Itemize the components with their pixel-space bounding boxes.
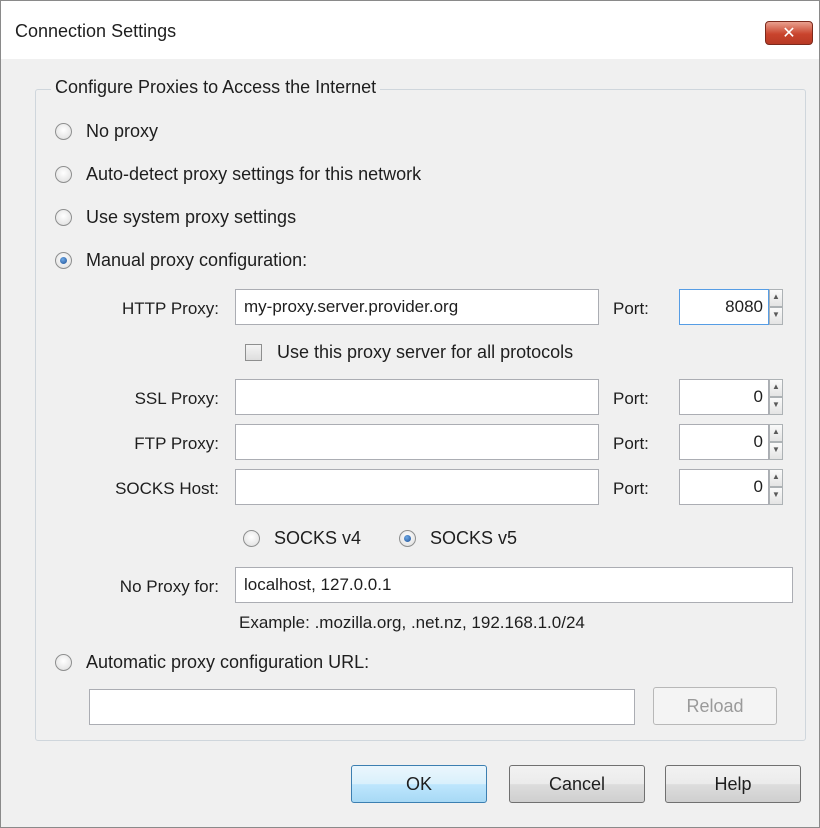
spin-down-icon[interactable]: ▼ bbox=[769, 442, 783, 460]
radio-auto-config-url-circle[interactable] bbox=[55, 654, 72, 671]
no-proxy-for-input[interactable]: localhost, 127.0.0.1 bbox=[235, 567, 793, 603]
http-proxy-label: HTTP Proxy: bbox=[122, 299, 219, 318]
radio-no-proxy-circle[interactable] bbox=[55, 123, 72, 140]
radio-socks-v5[interactable]: SOCKS v5 bbox=[399, 528, 517, 549]
radio-socks-v4[interactable]: SOCKS v4 bbox=[243, 528, 361, 549]
http-port-input[interactable]: 8080 bbox=[679, 289, 769, 325]
radio-auto-detect[interactable]: Auto-detect proxy settings for this netw… bbox=[55, 164, 421, 185]
socks-port-label: Port: bbox=[613, 479, 649, 498]
radio-system-proxy[interactable]: Use system proxy settings bbox=[55, 207, 296, 228]
ssl-proxy-input[interactable] bbox=[235, 379, 599, 415]
http-port-spinner[interactable]: ▲ ▼ bbox=[769, 289, 783, 325]
radio-auto-config-url-label: Automatic proxy configuration URL: bbox=[86, 652, 370, 672]
ssl-proxy-label: SSL Proxy: bbox=[134, 389, 219, 408]
http-port-label: Port: bbox=[613, 299, 649, 318]
spin-down-icon[interactable]: ▼ bbox=[769, 487, 783, 505]
radio-system-proxy-label: Use system proxy settings bbox=[86, 207, 297, 227]
spin-up-icon[interactable]: ▲ bbox=[769, 289, 783, 307]
spin-down-icon[interactable]: ▼ bbox=[769, 397, 783, 415]
radio-no-proxy-label: No proxy bbox=[86, 121, 159, 141]
radio-manual-proxy-label: Manual proxy configuration: bbox=[86, 250, 308, 270]
ssl-port-input[interactable]: 0 bbox=[679, 379, 769, 415]
auto-config-url-input[interactable] bbox=[89, 689, 635, 725]
ssl-port-label: Port: bbox=[613, 389, 649, 408]
share-proxy-label: Use this proxy server for all protocols bbox=[277, 342, 574, 362]
share-proxy-checkbox[interactable] bbox=[245, 344, 262, 361]
no-proxy-example: Example: .mozilla.org, .net.nz, 192.168.… bbox=[239, 613, 585, 632]
radio-auto-detect-label: Auto-detect proxy settings for this netw… bbox=[86, 164, 422, 184]
no-proxy-for-label: No Proxy for: bbox=[119, 577, 219, 596]
radio-auto-config-url[interactable]: Automatic proxy configuration URL: bbox=[55, 652, 369, 673]
connection-settings-dialog: Connection Settings ✕ Configure Proxies … bbox=[0, 0, 820, 828]
help-button[interactable]: Help bbox=[665, 765, 801, 803]
radio-manual-proxy[interactable]: Manual proxy configuration: bbox=[55, 250, 307, 271]
radio-socks-v4-circle[interactable] bbox=[243, 530, 260, 547]
radio-socks-v4-label: SOCKS v4 bbox=[274, 528, 362, 548]
close-icon: ✕ bbox=[782, 25, 796, 42]
spin-up-icon[interactable]: ▲ bbox=[769, 424, 783, 442]
ftp-port-label: Port: bbox=[613, 434, 649, 453]
socks-port-spinner[interactable]: ▲ ▼ bbox=[769, 469, 783, 505]
ftp-proxy-input[interactable] bbox=[235, 424, 599, 460]
ok-button[interactable]: OK bbox=[351, 765, 487, 803]
close-button[interactable]: ✕ bbox=[765, 21, 813, 45]
radio-no-proxy[interactable]: No proxy bbox=[55, 121, 158, 142]
spin-up-icon[interactable]: ▲ bbox=[769, 469, 783, 487]
radio-system-proxy-circle[interactable] bbox=[55, 209, 72, 226]
title-bar: Connection Settings ✕ bbox=[1, 1, 819, 59]
spin-up-icon[interactable]: ▲ bbox=[769, 379, 783, 397]
radio-socks-v5-label: SOCKS v5 bbox=[430, 528, 518, 548]
socks-host-input[interactable] bbox=[235, 469, 599, 505]
cancel-button[interactable]: Cancel bbox=[509, 765, 645, 803]
spin-down-icon[interactable]: ▼ bbox=[769, 307, 783, 325]
reload-button[interactable]: Reload bbox=[653, 687, 777, 725]
groupbox-legend: Configure Proxies to Access the Internet bbox=[51, 77, 381, 98]
ftp-port-input[interactable]: 0 bbox=[679, 424, 769, 460]
radio-socks-v5-circle[interactable] bbox=[399, 530, 416, 547]
ftp-port-spinner[interactable]: ▲ ▼ bbox=[769, 424, 783, 460]
radio-auto-detect-circle[interactable] bbox=[55, 166, 72, 183]
socks-port-input[interactable]: 0 bbox=[679, 469, 769, 505]
ssl-port-spinner[interactable]: ▲ ▼ bbox=[769, 379, 783, 415]
socks-host-label: SOCKS Host: bbox=[115, 479, 219, 498]
window-title: Connection Settings bbox=[15, 21, 177, 41]
ftp-proxy-label: FTP Proxy: bbox=[134, 434, 219, 453]
http-proxy-input[interactable]: my-proxy.server.provider.org bbox=[235, 289, 599, 325]
proxy-groupbox bbox=[35, 89, 806, 741]
radio-manual-proxy-circle[interactable] bbox=[55, 252, 72, 269]
